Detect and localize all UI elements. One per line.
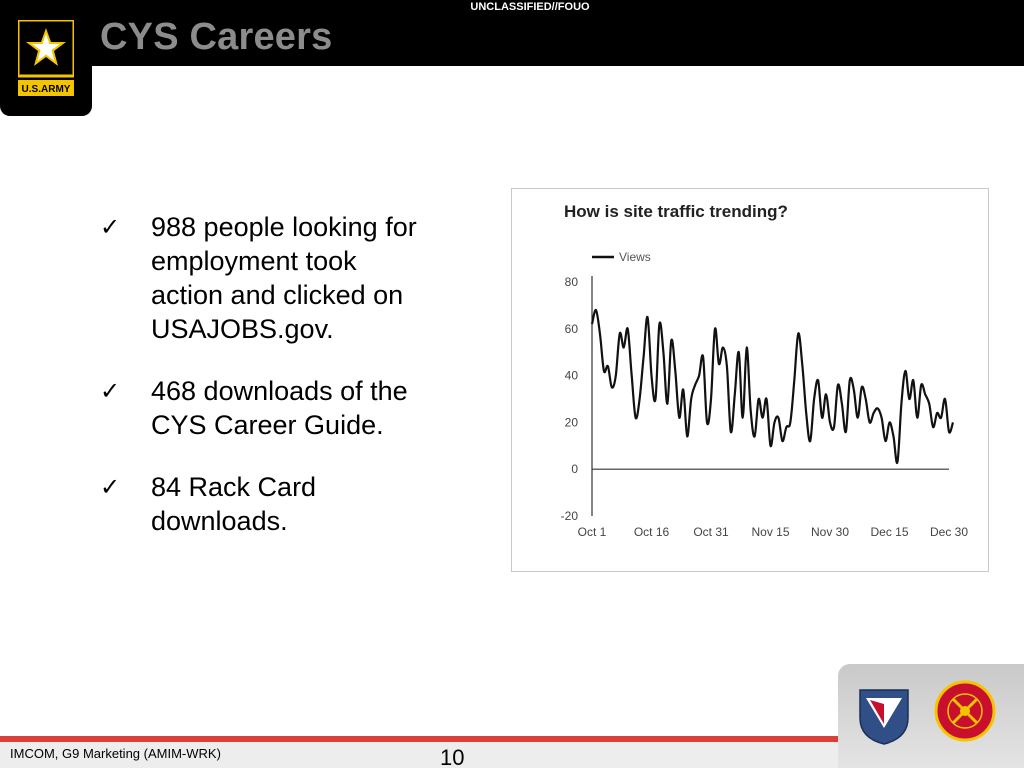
checkmark-icon: ✓ [100,473,121,501]
bullet-line: USAJOBS.gov. [151,314,334,344]
bullet-list: ✓ 988 people looking for employment took… [100,210,460,566]
y-tick-label: 0 [571,462,578,476]
bullet-text: 468 downloads of the CYS Career Guide. [151,374,408,442]
emblem-panel [838,664,1024,768]
x-tick-label: Nov 30 [811,525,849,539]
bullet-line: 988 people looking for [151,212,417,242]
bullet-item: ✓ 988 people looking for employment took… [100,210,460,346]
y-tick-label: -20 [561,509,579,523]
checkmark-icon: ✓ [100,213,121,241]
bullet-line: 84 Rack Card [151,472,317,502]
imcom-shield-icon [859,689,909,745]
page-title: CYS Careers [100,16,333,58]
page-number: 10 [440,745,465,770]
bullet-line: downloads. [151,506,288,536]
y-tick-label: 80 [565,275,579,289]
bullet-item: ✓ 468 downloads of the CYS Career Guide. [100,374,460,442]
traffic-chart: How is site traffic trending? Views 80 60… [561,202,969,539]
y-tick-label: 60 [565,322,579,336]
bullet-text: 988 people looking for employment took a… [151,210,417,346]
traffic-chart-frame: How is site traffic trending? Views 80 60… [511,188,989,572]
army-staff-seal-icon [934,680,996,742]
army-star-logo-icon: U.S.ARMY [18,20,74,96]
bullet-item: ✓ 84 Rack Card downloads. [100,470,460,538]
x-tick-label: Nov 15 [751,525,789,539]
classification-banner: UNCLASSIFIED//FOUO [470,1,590,13]
x-tick-label: Dec 15 [870,525,908,539]
x-tick-label: Oct 1 [578,525,607,539]
logo-text: U.S.ARMY [22,84,71,95]
views-series-line [590,308,955,465]
x-tick-label: Dec 30 [930,525,968,539]
y-tick-label: 20 [565,415,579,429]
checkmark-icon: ✓ [100,377,121,405]
y-tick-label: 40 [565,369,579,383]
army-logo-tab: U.S.ARMY [0,0,92,116]
bullet-text: 84 Rack Card downloads. [151,470,316,538]
bullet-line: CYS Career Guide. [151,410,384,440]
chart-title: How is site traffic trending? [564,202,788,221]
bullet-line: employment took [151,246,357,276]
bullet-line: action and clicked on [151,280,404,310]
footer-org-text: IMCOM, G9 Marketing (AMIM-WRK) [10,746,221,761]
bullet-line: 468 downloads of the [151,376,408,406]
x-tick-label: Oct 31 [693,525,729,539]
x-tick-label: Oct 16 [634,525,670,539]
legend-label: Views [619,250,651,264]
